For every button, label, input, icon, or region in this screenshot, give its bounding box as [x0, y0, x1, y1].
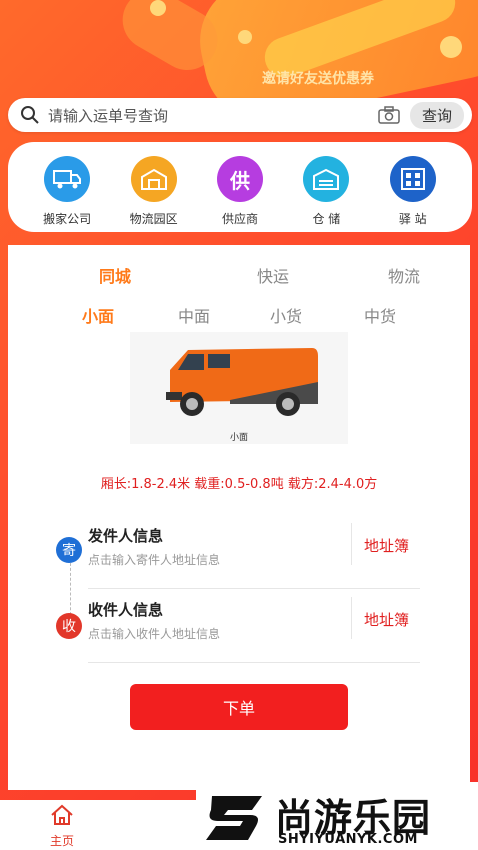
search-button[interactable]: 查询 — [409, 101, 464, 129]
supplier-icon: 供 — [216, 156, 263, 202]
category-moving[interactable]: 搬家公司 — [32, 156, 102, 232]
home-icon — [51, 804, 73, 825]
tab-medium-truck[interactable]: 中货 — [364, 303, 396, 327]
camera-icon[interactable] — [378, 106, 400, 124]
category-bar: 搬家公司 物流园区 供 供应商 仓 储 驿 站 — [8, 142, 472, 232]
category-label: 搬家公司 — [43, 212, 92, 226]
tab-logistics[interactable]: 物流 — [384, 263, 424, 287]
tab-medium-van[interactable]: 中面 — [178, 303, 210, 327]
category-supplier[interactable]: 供 供应商 — [205, 156, 275, 232]
receiver-title: 收件人信息 — [88, 601, 164, 619]
category-logistics-park[interactable]: 物流园区 — [119, 156, 189, 232]
promo-text[interactable]: 邀请好友送优惠券 — [262, 68, 374, 88]
sender-badge: 寄 — [56, 537, 82, 563]
vehicle-image: 小面 — [130, 332, 348, 444]
category-label: 驿 站 — [398, 212, 427, 226]
warehouse-icon — [303, 156, 350, 202]
category-warehouse[interactable]: 仓 储 — [291, 156, 361, 232]
sender-hint[interactable]: 点击输入寄件人地址信息 — [88, 551, 220, 568]
tab-small-van[interactable]: 小面 — [82, 303, 114, 327]
sender-row[interactable]: 发件人信息 点击输入寄件人地址信息 地址簿 — [88, 519, 420, 589]
station-icon — [389, 156, 436, 202]
submit-order-button[interactable]: 下单 — [130, 684, 348, 730]
nav-home-label: 主页 — [49, 834, 74, 848]
vehicle-spec: 厢长:1.8-2.4米 载重:0.5-0.8吨 载方:2.4-4.0方 — [100, 477, 378, 492]
search-input[interactable]: 请输入运单号查询 — [48, 105, 378, 126]
service-tabs: 同城 快运 物流 — [8, 263, 470, 287]
tab-small-truck[interactable]: 小货 — [270, 303, 302, 327]
vehicle-caption: 小面 — [229, 433, 248, 443]
receiver-row[interactable]: 收件人信息 点击输入收件人地址信息 地址簿 — [88, 593, 420, 663]
receiver-hint[interactable]: 点击输入收件人地址信息 — [88, 625, 220, 642]
receiver-badge: 收 — [56, 613, 82, 639]
tab-express[interactable]: 快运 — [256, 263, 290, 287]
nav-home[interactable]: 主页 — [40, 804, 84, 849]
category-label: 物流园区 — [129, 212, 178, 226]
category-label: 供应商 — [221, 212, 258, 226]
search-icon — [21, 106, 39, 124]
moving-truck-icon — [44, 156, 91, 202]
tab-same-city[interactable]: 同城 — [8, 263, 222, 287]
sender-title: 发件人信息 — [88, 527, 164, 545]
category-label: 仓 储 — [312, 212, 341, 226]
order-card: 同城 快运 物流 小面 中面 小货 中货 小面 厢长:1.8-2.4米 载重:0… — [8, 245, 470, 790]
watermark-url: SHYIYUANYK.COM — [278, 832, 418, 847]
category-station[interactable]: 驿 站 — [378, 156, 448, 232]
sender-address-book[interactable]: 地址簿 — [364, 535, 409, 556]
receiver-address-book[interactable]: 地址簿 — [364, 609, 409, 630]
search-bar[interactable]: 请输入运单号查询 查询 — [8, 98, 472, 132]
van-illustration — [166, 348, 318, 416]
watermark-logo-icon — [206, 796, 262, 840]
logistics-park-icon — [130, 156, 177, 202]
